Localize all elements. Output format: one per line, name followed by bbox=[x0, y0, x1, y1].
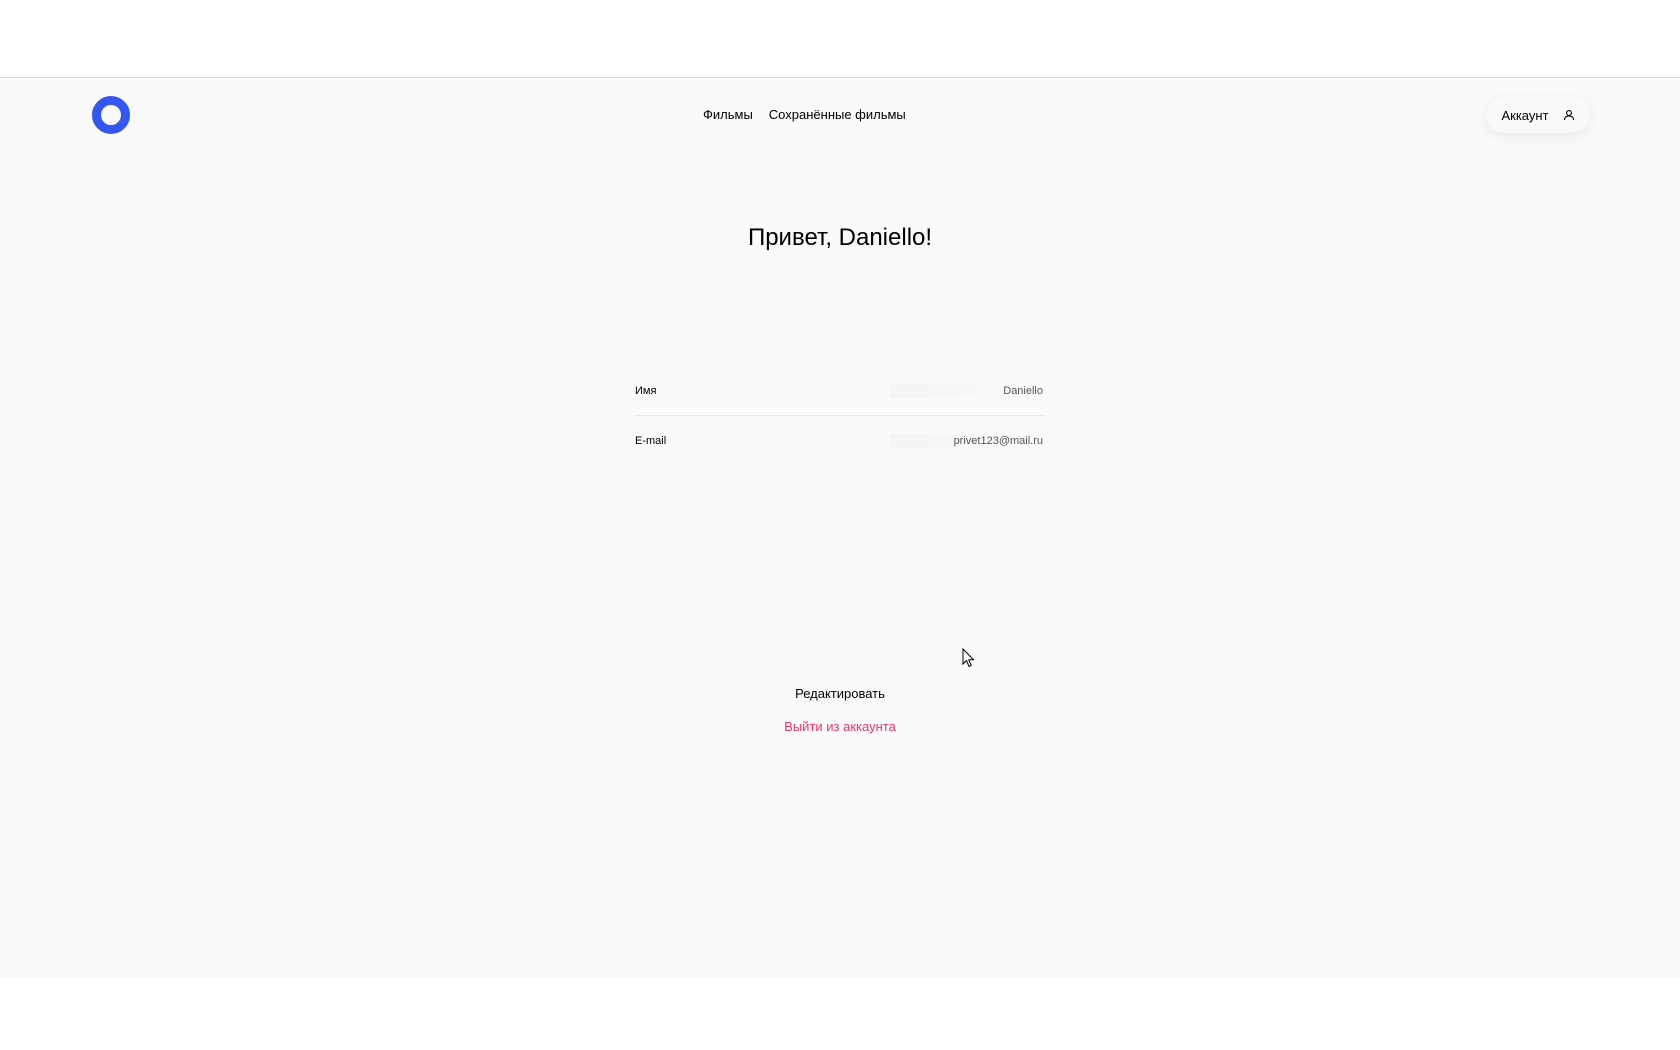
ring-logo-icon[interactable] bbox=[92, 96, 130, 134]
nav-link-saved-movies[interactable]: Сохранённые фильмы bbox=[769, 107, 906, 122]
account-button[interactable]: Аккаунт bbox=[1486, 97, 1590, 133]
logout-button[interactable]: Выйти из аккаунта bbox=[784, 719, 896, 734]
user-icon bbox=[1563, 109, 1575, 121]
name-label: Имя bbox=[635, 384, 657, 397]
nav-link-movies[interactable]: Фильмы bbox=[703, 107, 753, 122]
profile-greeting: Привет, Daniello! bbox=[747, 224, 933, 251]
bottom-area bbox=[0, 978, 1680, 1050]
main-nav: Фильмы Сохранённые фильмы bbox=[703, 107, 906, 122]
profile-row-email: E-mail bbox=[635, 416, 1045, 466]
browser-top-area bbox=[0, 0, 1680, 78]
profile-form: Имя E-mail bbox=[635, 366, 1045, 466]
email-label: E-mail bbox=[635, 435, 667, 447]
email-field[interactable] bbox=[890, 434, 1045, 448]
mouse-cursor-icon bbox=[962, 647, 976, 668]
account-button-label: Аккаунт bbox=[1501, 107, 1549, 123]
edit-button[interactable]: Редактировать bbox=[795, 686, 885, 701]
name-field[interactable] bbox=[890, 383, 1045, 398]
profile-page: Фильмы Сохранённые фильмы Аккаунт Привет… bbox=[0, 78, 1680, 978]
profile-row-name: Имя bbox=[635, 366, 1045, 416]
profile-actions: Редактировать Выйти из аккаунта bbox=[0, 686, 1680, 734]
